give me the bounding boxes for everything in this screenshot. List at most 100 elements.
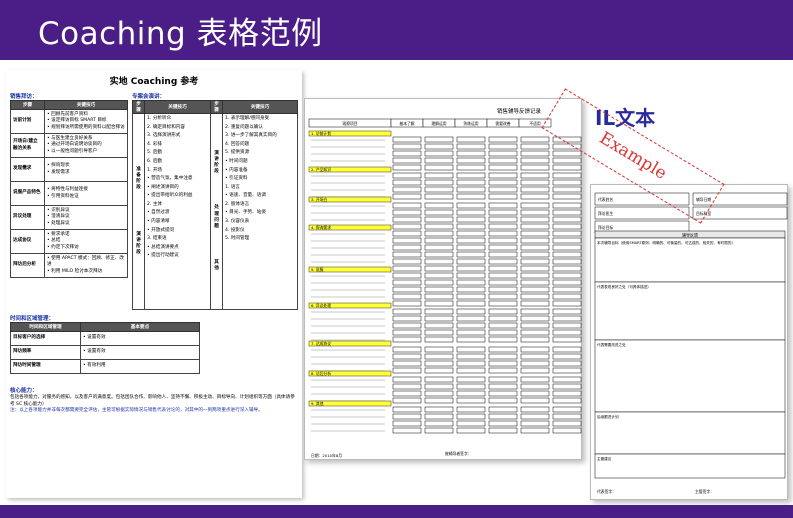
section-box <box>594 411 786 455</box>
rating-box <box>456 406 486 413</box>
rating-box <box>552 427 582 434</box>
rating-box <box>424 308 454 315</box>
rating-box <box>488 300 518 307</box>
step-cell: 拜访后分析 <box>10 253 45 278</box>
rating-box <box>456 300 486 307</box>
rating-box <box>488 172 518 179</box>
rating-box <box>520 223 550 230</box>
example-label: Example <box>595 128 671 184</box>
feedback-record-grid: 销售辅导反馈记录观察项目 基本了解 理解运用 熟练运用 需要改善 不适用 1. 访前计划 2.… <box>308 107 582 458</box>
rating-box <box>488 209 518 216</box>
rating-box <box>520 164 550 171</box>
rating-box <box>488 230 518 237</box>
table-header: 步骤 <box>210 100 223 114</box>
rating-box <box>552 367 582 374</box>
rating-box <box>552 279 582 286</box>
rating-box <box>488 136 518 143</box>
coaching-reference-sheet: 实地 Coaching 参考 销售拜访： 专案会演讲： 步骤 关键技巧 访前计划… <box>6 70 302 498</box>
rating-box <box>424 383 454 390</box>
rating-box <box>392 390 422 397</box>
note-text: 注：以上各项能力并非每次都需要完全评估，主管可根据实际情况与销售代表讨论的，对其… <box>10 408 263 413</box>
skill-item: • 时间问题 <box>225 159 248 164</box>
skills-cell: • 将特性与利益连接 • 引用资料佐证 <box>44 181 128 206</box>
rating-box <box>488 202 518 209</box>
point-cell: • 设置有效 <box>80 331 200 346</box>
rating-box <box>424 186 454 193</box>
rating-box <box>488 308 518 315</box>
rating-box <box>392 164 422 171</box>
rating-box <box>424 209 454 216</box>
section-header: 1. 访前计划 <box>311 131 331 136</box>
table-row: 达成协议 • 要求承诺 • 总结 • 约定下次拜访 <box>10 229 128 254</box>
rating-box <box>424 136 454 143</box>
rating-box <box>488 390 518 397</box>
rating-box <box>520 251 550 258</box>
rating-box <box>520 244 550 251</box>
rating-box <box>520 308 550 315</box>
footer-bar <box>0 505 793 518</box>
title-bar: Coaching 表格范例 <box>0 0 793 60</box>
rating-box <box>552 286 582 293</box>
rating-box <box>520 230 550 237</box>
rating-box <box>424 179 454 186</box>
rating-box <box>424 329 454 336</box>
rating-box <box>552 172 582 179</box>
skill-item: 2. 主体 <box>147 201 163 207</box>
rating-box <box>392 216 422 223</box>
doc2-footer: 日期：2010年8月 <box>311 453 342 458</box>
page-title: Coaching 表格范例 <box>38 16 323 52</box>
rating-box <box>552 272 582 279</box>
rating-box <box>456 346 486 353</box>
step-label: 演讲阶段 <box>136 231 141 256</box>
rating-box <box>520 322 550 329</box>
rating-box <box>488 186 518 193</box>
rating-box <box>520 406 550 413</box>
rating-box <box>424 300 454 307</box>
rating-box <box>552 322 582 329</box>
rating-box <box>456 209 486 216</box>
skills-cell: • 与医生建立良好关系 • 通过开场白说明访谈目的 • 以一般性问题引导客户 <box>44 133 128 158</box>
rating-box <box>392 193 422 200</box>
rating-box <box>488 336 518 343</box>
rating-box <box>456 329 486 336</box>
rating-box <box>456 202 486 209</box>
rating-box <box>520 179 550 186</box>
rating-box <box>456 230 486 237</box>
doc2-sign: 被辅导者签字： <box>445 451 472 456</box>
rating-box <box>456 420 486 427</box>
rating-box <box>520 150 550 157</box>
rating-box <box>488 329 518 336</box>
rating-box <box>520 367 550 374</box>
rating-box <box>456 308 486 315</box>
rating-box <box>456 157 486 164</box>
rating-box <box>552 216 582 223</box>
skills-cell: 1. 表示理解/感同身受 2. 重复问题以确认 3. 进一步了解其真实目的 4. 回答… <box>222 113 298 310</box>
rating-box <box>520 315 550 322</box>
rating-box <box>488 223 518 230</box>
table-row: 拜访时间管理 • 有效利用 <box>10 359 200 374</box>
table-row: 访前计划 • 回顾先前客户资料 • 设定拜访目标 SMART 目标 • 规划拜访所… <box>10 109 128 134</box>
rating-box <box>488 244 518 251</box>
item-cell: 拜访频率 <box>10 345 81 360</box>
rating-box <box>520 383 550 390</box>
rating-box <box>424 346 454 353</box>
rating-box <box>392 157 422 164</box>
skill-item: 1. 分析听众 <box>147 116 172 122</box>
table-row: 开场白/建立融洽关系 • 与医生建立良好关系 • 通过开场白说明访谈目的 • 以一… <box>10 133 128 158</box>
rating-box <box>392 279 422 286</box>
rating-box <box>456 322 486 329</box>
rating-box <box>488 164 518 171</box>
skill-item: 4. 彩排 <box>147 141 163 147</box>
rating-box <box>424 353 454 360</box>
rating-box <box>424 258 454 265</box>
rating-box <box>552 315 582 322</box>
rating-box <box>552 413 582 420</box>
doc3-title: 辅导反馈 <box>682 232 698 238</box>
rating-box <box>456 223 486 230</box>
rating-box <box>424 286 454 293</box>
rating-box <box>424 390 454 397</box>
rating-box <box>488 413 518 420</box>
rating-box <box>552 164 582 171</box>
rating-box <box>552 300 582 307</box>
rating-box <box>552 265 582 272</box>
